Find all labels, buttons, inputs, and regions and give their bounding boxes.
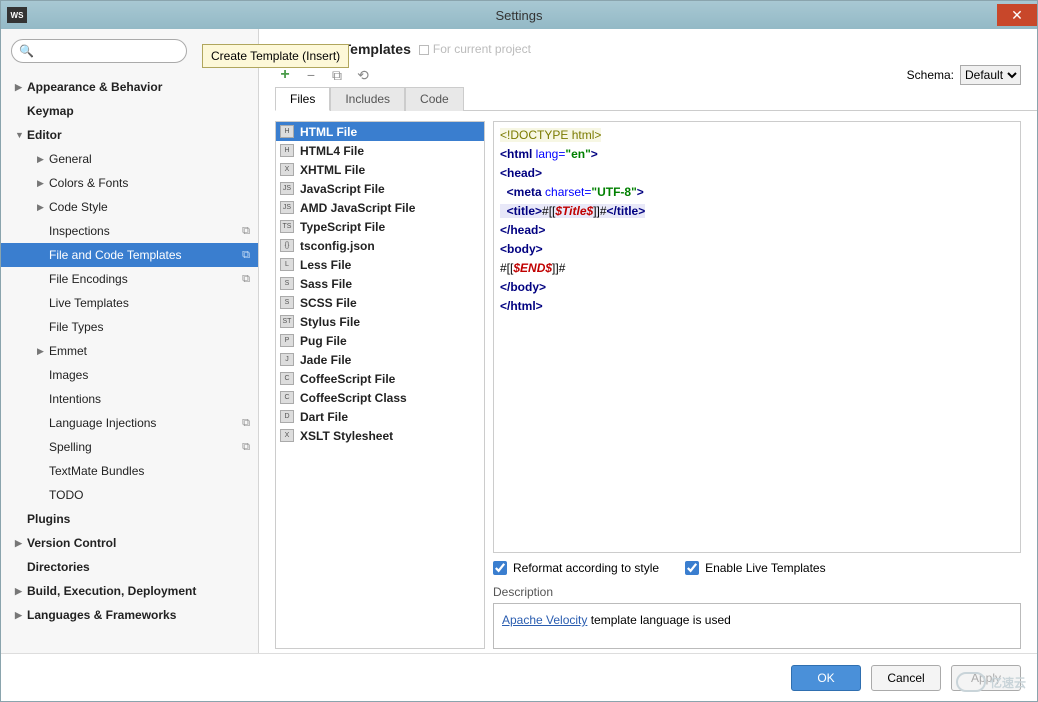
copy-template-button[interactable]: ⧉ bbox=[327, 65, 347, 85]
file-type-icon: C bbox=[280, 391, 294, 404]
template-editor[interactable]: <!DOCTYPE html> <html lang="en"> <head> … bbox=[493, 121, 1021, 553]
file-javascript-file[interactable]: JSJavaScript File bbox=[276, 179, 484, 198]
file-type-icon: JS bbox=[280, 182, 294, 195]
file-type-icon: TS bbox=[280, 220, 294, 233]
remove-template-button[interactable]: − bbox=[301, 65, 321, 85]
file-typescript-file[interactable]: TSTypeScript File bbox=[276, 217, 484, 236]
file-html-file[interactable]: HHTML File bbox=[276, 122, 484, 141]
velocity-link[interactable]: Apache Velocity bbox=[502, 613, 587, 627]
file-sass-file[interactable]: SSass File bbox=[276, 274, 484, 293]
titlebar: WS Settings ✕ bbox=[1, 1, 1037, 29]
file-type-icon: JS bbox=[280, 201, 294, 214]
file-xhtml-file[interactable]: XXHTML File bbox=[276, 160, 484, 179]
file-amd-javascript-file[interactable]: JSAMD JavaScript File bbox=[276, 198, 484, 217]
tree-item-todo[interactable]: TODO bbox=[1, 483, 258, 507]
tree-item-languages-frameworks[interactable]: ▶Languages & Frameworks bbox=[1, 603, 258, 627]
tree-item-build-execution-deployment[interactable]: ▶Build, Execution, Deployment bbox=[1, 579, 258, 603]
file-less-file[interactable]: LLess File bbox=[276, 255, 484, 274]
reformat-checkbox[interactable]: Reformat according to style bbox=[493, 561, 659, 575]
tree-item-emmet[interactable]: ▶Emmet bbox=[1, 339, 258, 363]
tab-code[interactable]: Code bbox=[405, 87, 464, 111]
file-dart-file[interactable]: DDart File bbox=[276, 407, 484, 426]
tree-item-colors-fonts[interactable]: ▶Colors & Fonts bbox=[1, 171, 258, 195]
tree-item-intentions[interactable]: Intentions bbox=[1, 387, 258, 411]
file-type-icon: S bbox=[280, 277, 294, 290]
tree-item-directories[interactable]: Directories bbox=[1, 555, 258, 579]
file-type-icon: J bbox=[280, 353, 294, 366]
tree-item-keymap[interactable]: Keymap bbox=[1, 99, 258, 123]
tree-item-editor[interactable]: ▼Editor bbox=[1, 123, 258, 147]
file-coffeescript-file[interactable]: CCoffeeScript File bbox=[276, 369, 484, 388]
file-type-icon: H bbox=[280, 144, 294, 157]
add-template-button[interactable]: + bbox=[275, 65, 295, 85]
settings-sidebar: 🔍 ▶Appearance & BehaviorKeymap▼Editor▶Ge… bbox=[1, 29, 259, 653]
enable-live-templates-checkbox[interactable]: Enable Live Templates bbox=[685, 561, 826, 575]
description-box: Apache Velocity template language is use… bbox=[493, 603, 1021, 649]
tree-item-images[interactable]: Images bbox=[1, 363, 258, 387]
tree-item-version-control[interactable]: ▶Version Control bbox=[1, 531, 258, 555]
file-jade-file[interactable]: JJade File bbox=[276, 350, 484, 369]
tree-item-plugins[interactable]: Plugins bbox=[1, 507, 258, 531]
search-icon: 🔍 bbox=[19, 44, 34, 58]
template-file-list[interactable]: HHTML FileHHTML4 FileXXHTML FileJSJavaSc… bbox=[275, 121, 485, 649]
file-type-icon: S bbox=[280, 296, 294, 309]
file-coffeescript-class[interactable]: CCoffeeScript Class bbox=[276, 388, 484, 407]
tree-item-textmate-bundles[interactable]: TextMate Bundles bbox=[1, 459, 258, 483]
tree-item-spelling[interactable]: Spelling⧉ bbox=[1, 435, 258, 459]
template-tabs: FilesIncludesCode bbox=[275, 87, 1037, 111]
revert-template-button[interactable]: ⟲ bbox=[353, 65, 373, 85]
file-type-icon: L bbox=[280, 258, 294, 271]
schema-select[interactable]: Default bbox=[960, 65, 1021, 85]
file-scss-file[interactable]: SSCSS File bbox=[276, 293, 484, 312]
template-toolbar: + − ⧉ ⟲ Schema: Default bbox=[259, 61, 1037, 85]
description-label: Description bbox=[493, 583, 1021, 603]
watermark: 亿速云 bbox=[956, 672, 1026, 692]
tree-item-file-types[interactable]: File Types bbox=[1, 315, 258, 339]
file-type-icon: D bbox=[280, 410, 294, 423]
file-type-icon: X bbox=[280, 429, 294, 442]
tab-includes[interactable]: Includes bbox=[330, 87, 405, 111]
window-title: Settings bbox=[1, 8, 1037, 23]
tree-item-appearance-behavior[interactable]: ▶Appearance & Behavior bbox=[1, 75, 258, 99]
tree-item-language-injections[interactable]: Language Injections⧉ bbox=[1, 411, 258, 435]
main-panel: and Code Templates For current project +… bbox=[259, 29, 1037, 653]
ok-button[interactable]: OK bbox=[791, 665, 861, 691]
settings-tree[interactable]: ▶Appearance & BehaviorKeymap▼Editor▶Gene… bbox=[1, 69, 258, 653]
file-type-icon: C bbox=[280, 372, 294, 385]
file-type-icon: {} bbox=[280, 239, 294, 252]
tree-item-code-style[interactable]: ▶Code Style bbox=[1, 195, 258, 219]
file-type-icon: X bbox=[280, 163, 294, 176]
file-type-icon: P bbox=[280, 334, 294, 347]
tree-item-file-and-code-templates[interactable]: File and Code Templates⧉ bbox=[1, 243, 258, 267]
file-type-icon: H bbox=[280, 125, 294, 138]
tab-files[interactable]: Files bbox=[275, 87, 330, 111]
file-stylus-file[interactable]: STStylus File bbox=[276, 312, 484, 331]
search-input[interactable] bbox=[11, 39, 187, 63]
tree-item-inspections[interactable]: Inspections⧉ bbox=[1, 219, 258, 243]
file-xslt-stylesheet[interactable]: XXSLT Stylesheet bbox=[276, 426, 484, 445]
file-tsconfig-json[interactable]: {}tsconfig.json bbox=[276, 236, 484, 255]
file-type-icon: ST bbox=[280, 315, 294, 328]
for-current-project: For current project bbox=[419, 42, 531, 56]
schema-label: Schema: bbox=[907, 68, 954, 82]
file-html4-file[interactable]: HHTML4 File bbox=[276, 141, 484, 160]
tree-item-general[interactable]: ▶General bbox=[1, 147, 258, 171]
tree-item-file-encodings[interactable]: File Encodings⧉ bbox=[1, 267, 258, 291]
tooltip-create-template: Create Template (Insert) bbox=[202, 44, 349, 68]
tree-item-live-templates[interactable]: Live Templates bbox=[1, 291, 258, 315]
file-pug-file[interactable]: PPug File bbox=[276, 331, 484, 350]
cancel-button[interactable]: Cancel bbox=[871, 665, 941, 691]
dialog-footer: OK Cancel Apply bbox=[1, 653, 1037, 701]
